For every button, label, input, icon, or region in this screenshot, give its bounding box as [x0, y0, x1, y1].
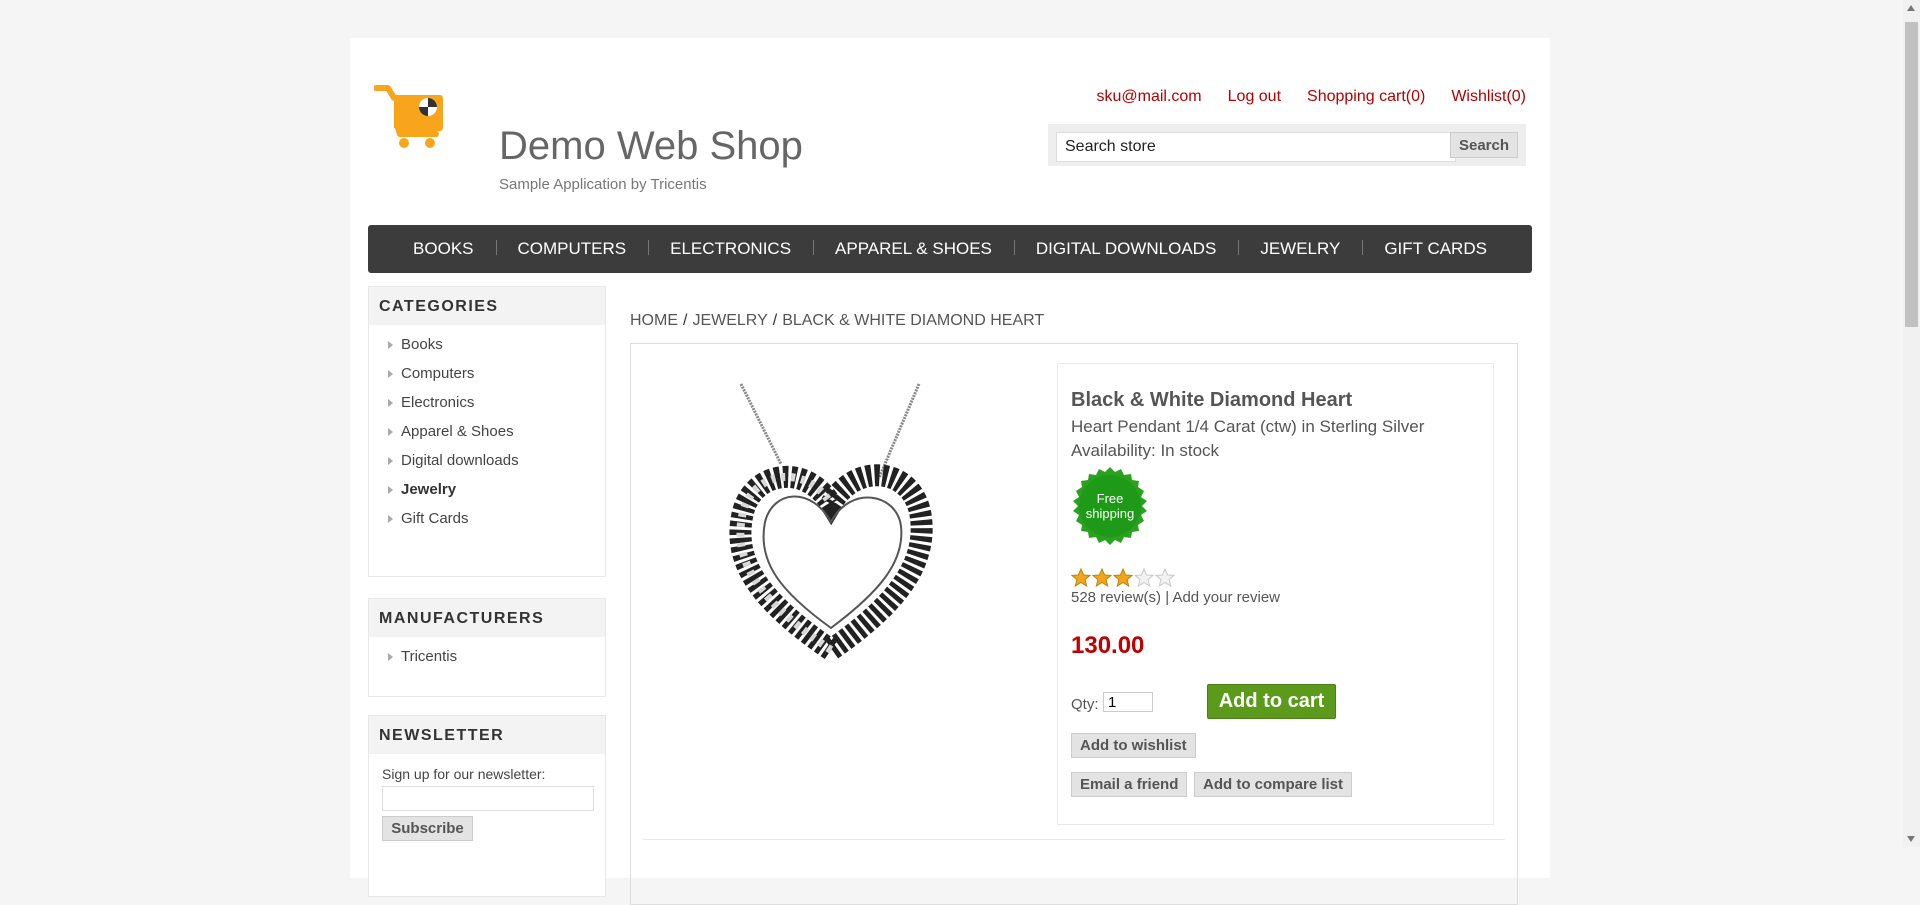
breadcrumb: HOME / JEWELRY / BLACK & WHITE DIAMOND HEART	[630, 312, 1044, 330]
wishlist-link[interactable]: Wishlist(0)	[1451, 88, 1526, 106]
category-item-computers[interactable]: Computers	[369, 360, 605, 389]
newsletter-title: NEWSLETTER	[369, 716, 605, 754]
account-link[interactable]: sku@mail.com	[1096, 88, 1201, 106]
category-item-books[interactable]: Books	[369, 331, 605, 360]
email-friend-button[interactable]: Email a friend	[1071, 772, 1188, 797]
product-short-description: Heart Pendant 1/4 Carat (ctw) in Sterlin…	[1071, 417, 1425, 436]
nav-item-jewelry[interactable]: JEWELRY	[1238, 239, 1362, 259]
free-shipping-badge: Free shipping	[1071, 467, 1149, 545]
categories-block: CATEGORIES Books Computers Electronics A…	[368, 286, 606, 577]
breadcrumb-jewelry[interactable]: JEWELRY	[692, 312, 767, 329]
star-filled-icon	[1092, 568, 1112, 588]
shopping-cart-logo-icon	[374, 85, 443, 148]
nav-item-gift-cards[interactable]: GIFT CARDS	[1362, 239, 1509, 259]
free-shipping-text: Free shipping	[1085, 491, 1135, 521]
scroll-up-arrow-icon[interactable]	[1907, 5, 1915, 11]
category-item-digital-downloads[interactable]: Digital downloads	[369, 447, 605, 476]
page-container: Demo Web Shop Sample Application by Tric…	[350, 38, 1550, 905]
categories-title: CATEGORIES	[369, 287, 605, 325]
newsletter-label: Sign up for our newsletter:	[382, 766, 546, 782]
reviews-separator: |	[1165, 589, 1170, 606]
add-review-link[interactable]: Add your review	[1172, 589, 1280, 606]
nav-item-books[interactable]: BOOKS	[391, 239, 495, 259]
nav-item-computers[interactable]: COMPUTERS	[495, 239, 649, 259]
search-box: Search	[1048, 124, 1526, 166]
qty-input[interactable]	[1103, 692, 1153, 712]
breadcrumb-home[interactable]: HOME	[630, 312, 678, 329]
manufacturer-item-tricentis[interactable]: Tricentis	[369, 643, 605, 672]
nav-item-apparel-shoes[interactable]: APPAREL & SHOES	[813, 239, 1014, 259]
reviews-line: 528 review(s) | Add your review	[1071, 589, 1280, 606]
nav-item-electronics[interactable]: ELECTRONICS	[648, 239, 813, 259]
scroll-down-arrow-icon[interactable]	[1907, 836, 1915, 842]
search-button[interactable]: Search	[1450, 132, 1518, 158]
top-menu: BOOKS COMPUTERS ELECTRONICS APPAREL & SH…	[368, 225, 1532, 273]
breadcrumb-separator: /	[772, 312, 778, 329]
newsletter-block: NEWSLETTER Sign up for our newsletter: S…	[368, 715, 606, 897]
shopping-cart-link[interactable]: Shopping cart(0)	[1307, 88, 1425, 106]
product-image[interactable]	[721, 382, 941, 662]
shop-tagline: Sample Application by Tricentis	[499, 176, 707, 193]
shop-name: Demo Web Shop	[499, 124, 803, 168]
category-item-apparel-shoes[interactable]: Apparel & Shoes	[369, 418, 605, 447]
product-availability: Availability: In stock	[1071, 441, 1220, 460]
add-to-wishlist-button[interactable]: Add to wishlist	[1071, 733, 1196, 758]
reviews-count-link[interactable]: 528 review(s)	[1071, 589, 1161, 606]
manufacturers-title: MANUFACTURERS	[369, 599, 605, 637]
manufacturers-list: Tricentis	[369, 637, 605, 672]
breadcrumb-current: BLACK & WHITE DIAMOND HEART	[782, 312, 1045, 329]
rating-stars	[1071, 568, 1175, 588]
product-price: 130.00	[1071, 632, 1145, 659]
star-empty-icon	[1134, 568, 1154, 588]
category-item-electronics[interactable]: Electronics	[369, 389, 605, 418]
category-item-gift-cards[interactable]: Gift Cards	[369, 505, 605, 534]
nav-item-digital-downloads[interactable]: DIGITAL DOWNLOADS	[1013, 239, 1238, 259]
product-overview: Black & White Diamond Heart Heart Pendan…	[1057, 363, 1494, 825]
product-full-description-area	[643, 839, 1505, 900]
product-name: Black & White Diamond Heart	[1071, 389, 1353, 411]
product-details: Black & White Diamond Heart Heart Pendan…	[630, 343, 1518, 905]
category-item-jewelry[interactable]: Jewelry	[369, 476, 605, 505]
star-filled-icon	[1071, 568, 1091, 588]
shop-logo[interactable]: Demo Web Shop Sample Application by Tric…	[374, 82, 803, 193]
newsletter-email-input[interactable]	[382, 786, 594, 811]
manufacturers-block: MANUFACTURERS Tricentis	[368, 598, 606, 697]
qty-label: Qty:	[1071, 696, 1099, 713]
star-empty-icon	[1155, 568, 1175, 588]
add-to-compare-button[interactable]: Add to compare list	[1194, 772, 1353, 797]
add-to-cart-button[interactable]: Add to cart	[1207, 684, 1336, 719]
vertical-scrollbar[interactable]	[1903, 0, 1920, 847]
subscribe-button[interactable]: Subscribe	[382, 816, 473, 841]
header-links: sku@mail.com Log out Shopping cart(0) Wi…	[1096, 88, 1526, 106]
scrollbar-thumb[interactable]	[1905, 22, 1918, 327]
star-filled-icon	[1113, 568, 1133, 588]
logout-link[interactable]: Log out	[1228, 88, 1281, 106]
breadcrumb-separator: /	[683, 312, 688, 329]
search-input[interactable]	[1056, 132, 1456, 162]
categories-list: Books Computers Electronics Apparel & Sh…	[369, 325, 605, 534]
